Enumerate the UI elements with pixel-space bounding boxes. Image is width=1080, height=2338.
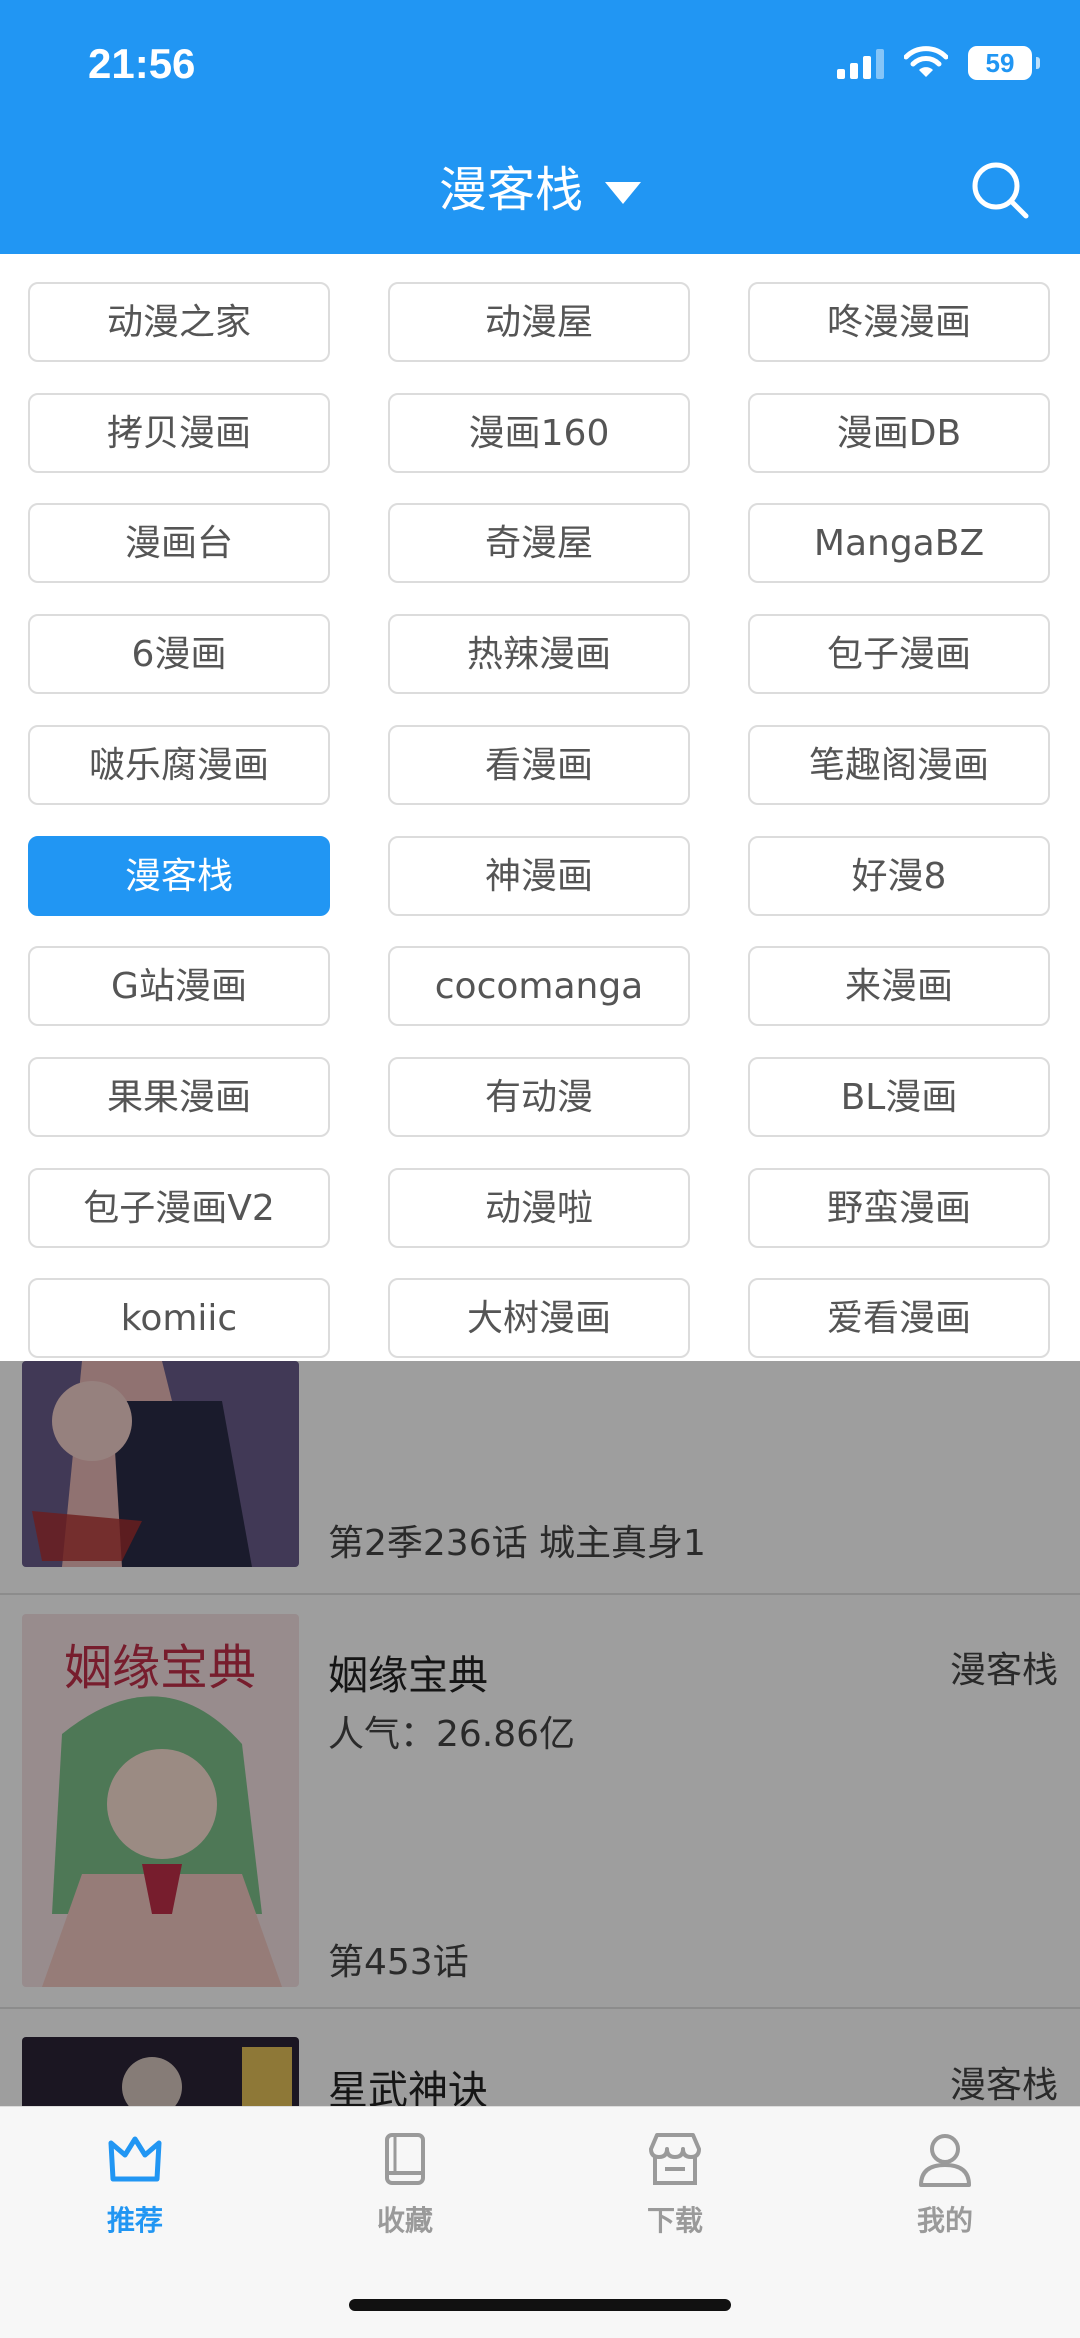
source-grid: 动漫之家 动漫屋 咚漫漫画拷贝漫画 漫画160 漫画DB 漫画台 奇漫屋 MangaBZ 6漫画… <box>0 254 1080 1361</box>
status-time: 21:56 <box>88 40 196 87</box>
source-chip[interactable]: 漫画DB <box>748 393 1050 473</box>
source-chip[interactable]: cocomanga <box>388 946 690 1026</box>
battery-icon: 59 <box>968 46 1040 80</box>
tab-label: 收藏 <box>376 2204 433 2237</box>
cellular-signal-icon <box>837 47 884 79</box>
dim-overlay[interactable] <box>0 1361 1080 2106</box>
source-chip[interactable]: MangaBZ <box>748 503 1050 583</box>
status-icons: 59 <box>837 46 1040 80</box>
tab-recommend[interactable]: 推荐 <box>0 2127 270 2239</box>
source-chip[interactable]: 大树漫画 <box>388 1278 690 1358</box>
tab-downloads[interactable]: 下载 <box>540 2127 810 2239</box>
search-icon[interactable] <box>970 160 1030 220</box>
source-chip[interactable]: 漫客栈 <box>28 836 330 916</box>
source-chip[interactable]: 来漫画 <box>748 946 1050 1026</box>
tab-label: 下载 <box>646 2204 703 2237</box>
source-chip[interactable]: 包子漫画 <box>748 614 1050 694</box>
source-chip[interactable]: 咚漫漫画 <box>748 282 1050 362</box>
source-chip[interactable]: 好漫8 <box>748 836 1050 916</box>
source-chip[interactable]: 拷贝漫画 <box>28 393 330 473</box>
source-chip[interactable]: 动漫之家 <box>28 282 330 362</box>
source-chip[interactable]: 野蛮漫画 <box>748 1168 1050 1248</box>
top-header: 21:56 59 漫客栈 <box>0 0 1080 254</box>
source-chip[interactable]: komiic <box>28 1278 330 1358</box>
source-chip[interactable]: 神漫画 <box>388 836 690 916</box>
source-chip[interactable]: 果果漫画 <box>28 1057 330 1137</box>
source-chip[interactable]: 动漫屋 <box>388 282 690 362</box>
store-icon <box>649 2133 701 2185</box>
tab-label: 推荐 <box>106 2204 163 2237</box>
source-chip[interactable]: 包子漫画V2 <box>28 1168 330 1248</box>
source-chip[interactable]: G站漫画 <box>28 946 330 1026</box>
source-chip[interactable]: BL漫画 <box>748 1057 1050 1137</box>
person-icon <box>919 2134 971 2187</box>
tab-mine[interactable]: 我的 <box>810 2127 1080 2239</box>
tab-favorites[interactable]: 收藏 <box>270 2127 540 2239</box>
book-icon <box>385 2133 425 2185</box>
source-chip[interactable]: 奇漫屋 <box>388 503 690 583</box>
page-title: 漫客栈 <box>438 162 583 218</box>
source-selector[interactable]: 漫客栈 <box>0 150 1080 220</box>
source-chip[interactable]: 啵乐腐漫画 <box>28 725 330 805</box>
tab-label: 我的 <box>916 2204 973 2237</box>
wifi-icon <box>904 46 948 77</box>
crown-icon <box>108 2136 162 2182</box>
caret-down-icon <box>605 182 641 204</box>
source-chip[interactable]: 漫画台 <box>28 503 330 583</box>
source-chip[interactable]: 热辣漫画 <box>388 614 690 694</box>
source-chip[interactable]: 漫画160 <box>388 393 690 473</box>
home-indicator <box>349 2299 731 2311</box>
source-chip[interactable]: 看漫画 <box>388 725 690 805</box>
source-chip[interactable]: 笔趣阁漫画 <box>748 725 1050 805</box>
source-chip[interactable]: 爱看漫画 <box>748 1278 1050 1358</box>
source-chip[interactable]: 6漫画 <box>28 614 330 694</box>
source-chip[interactable]: 有动漫 <box>388 1057 690 1137</box>
source-chip[interactable]: 动漫啦 <box>388 1168 690 1248</box>
